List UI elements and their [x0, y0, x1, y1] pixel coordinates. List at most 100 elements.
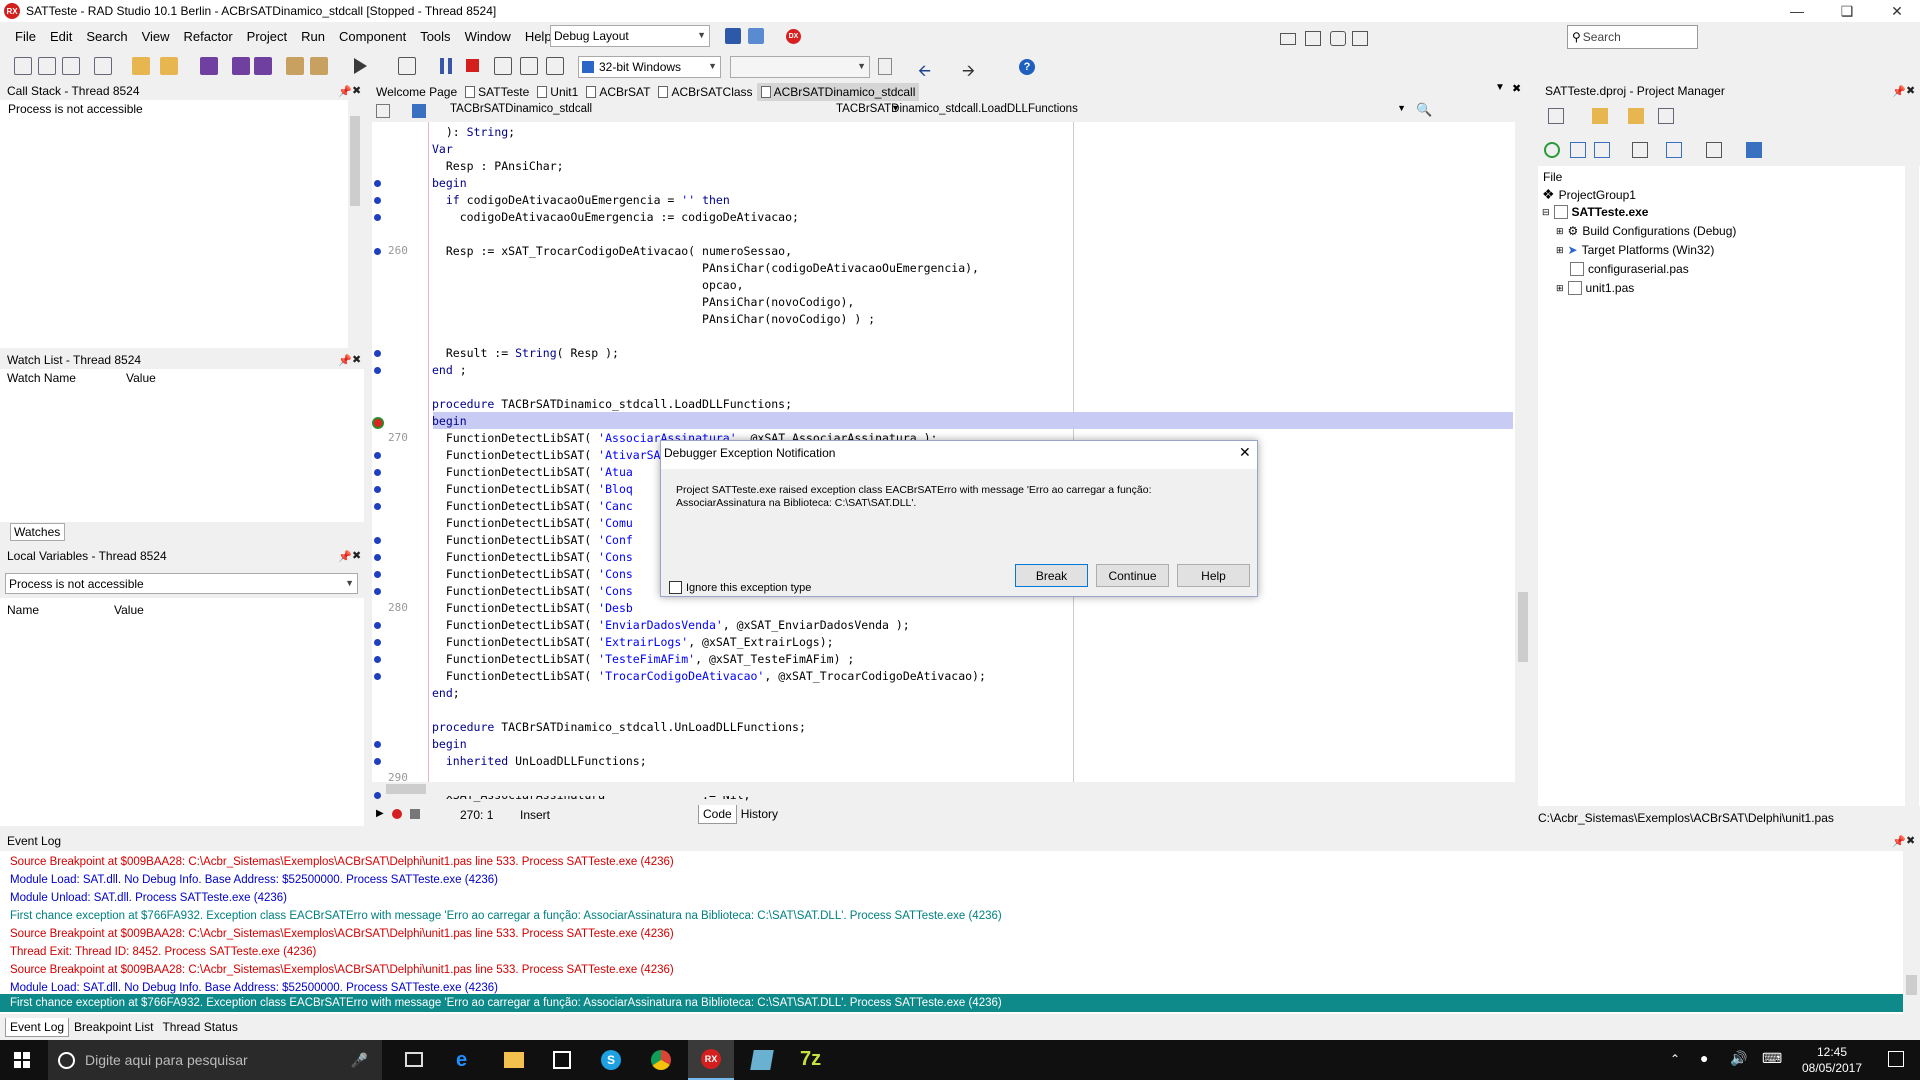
- store-icon[interactable]: [553, 1051, 571, 1069]
- layout-select[interactable]: Debug Layout ▼: [550, 25, 710, 47]
- tree-file-unit1[interactable]: ⊞ unit1.pas: [1556, 281, 1634, 295]
- stop-macro-icon[interactable]: [410, 809, 420, 819]
- rad-studio-taskbar-button[interactable]: RX: [688, 1040, 734, 1080]
- method-select[interactable]: TACBrSATDinamico_stdcall.LoadDLLFunction…: [836, 103, 1406, 120]
- clock[interactable]: 12:45 08/05/2017: [1792, 1044, 1872, 1076]
- breakpoint-marker-icon[interactable]: [374, 758, 381, 765]
- breakpoint-marker-icon[interactable]: [374, 486, 381, 493]
- tree-target-platforms[interactable]: ⊞ ➤ Target Platforms (Win32): [1556, 243, 1714, 257]
- volume-icon[interactable]: 🔊: [1730, 1050, 1747, 1067]
- new-icon[interactable]: [14, 57, 32, 75]
- open-project-icon[interactable]: [132, 57, 150, 75]
- minimize-icon[interactable]: —: [1774, 0, 1820, 22]
- breakpoint-marker-icon[interactable]: [374, 639, 381, 646]
- embarcadero-icon[interactable]: DX: [786, 29, 801, 44]
- log-entry[interactable]: Source Breakpoint at $009BAA28: C:\Acbr_…: [10, 853, 674, 871]
- close-icon[interactable]: ✕: [1874, 0, 1920, 22]
- run-until-return-icon[interactable]: [546, 57, 564, 75]
- event-log-scrollbar[interactable]: [1903, 851, 1920, 1014]
- tab-code[interactable]: Code: [698, 805, 737, 824]
- pm-view-icon[interactable]: [1658, 108, 1674, 124]
- expand-icon[interactable]: [1570, 142, 1586, 158]
- save-icon[interactable]: [200, 57, 218, 75]
- start-icon[interactable]: [14, 1052, 30, 1068]
- close-file-icon[interactable]: [254, 57, 272, 75]
- pin-icon[interactable]: 📌: [1892, 85, 1906, 98]
- watches-tab[interactable]: Watches: [10, 523, 65, 541]
- log-entry[interactable]: Source Breakpoint at $009BAA28: C:\Acbr_…: [10, 925, 674, 943]
- close-panel-icon[interactable]: ✖: [352, 353, 361, 366]
- breakpoint-marker-icon[interactable]: [374, 673, 381, 680]
- close-tab-icon[interactable]: ✖: [1512, 82, 1521, 95]
- menu-run[interactable]: Run: [294, 29, 332, 44]
- close-panel-icon[interactable]: ✖: [1906, 84, 1915, 97]
- breakpoint-execution-icon[interactable]: [372, 417, 384, 429]
- help-button[interactable]: Help: [1177, 564, 1250, 587]
- task-view-icon[interactable]: [405, 1052, 423, 1067]
- breakpoint-marker-icon[interactable]: [374, 588, 381, 595]
- menu-project[interactable]: Project: [240, 29, 294, 44]
- menu-search[interactable]: Search: [79, 29, 134, 44]
- menu-component[interactable]: Component: [332, 29, 413, 44]
- open-folder-icon[interactable]: [160, 57, 178, 75]
- pin-icon[interactable]: 📌: [1892, 835, 1906, 848]
- breakpoint-marker-icon[interactable]: [374, 741, 381, 748]
- log-entry[interactable]: Module Load: SAT.dll. No Debug Info. Bas…: [10, 871, 498, 889]
- tree-project-group[interactable]: ❖ ProjectGroup1: [1542, 186, 1636, 203]
- breakpoint-marker-icon[interactable]: [374, 554, 381, 561]
- find-icon[interactable]: 🔍: [1416, 102, 1432, 118]
- options-icon[interactable]: [878, 58, 892, 75]
- chrome-icon[interactable]: [651, 1050, 671, 1070]
- close-panel-icon[interactable]: ✖: [352, 549, 361, 562]
- new-items-icon[interactable]: [38, 57, 56, 75]
- build-icon[interactable]: [1706, 142, 1722, 158]
- network-icon[interactable]: ●: [1700, 1050, 1708, 1066]
- trace-into-icon[interactable]: [520, 57, 538, 75]
- breakpoint-marker-icon[interactable]: [374, 350, 381, 357]
- tab-thread-status[interactable]: Thread Status: [158, 1018, 241, 1037]
- pin-icon[interactable]: 📌: [338, 354, 352, 367]
- notepad-icon[interactable]: [750, 1050, 774, 1070]
- menu-edit[interactable]: Edit: [43, 29, 79, 44]
- open-icon[interactable]: [62, 57, 80, 75]
- file-explorer-icon[interactable]: [504, 1052, 524, 1068]
- step-over-icon[interactable]: [494, 57, 512, 75]
- reopen-icon[interactable]: [94, 57, 112, 75]
- log-entry[interactable]: Thread Exit: Thread ID: 8452. Process SA…: [10, 943, 316, 961]
- record-macro-icon[interactable]: [392, 809, 402, 819]
- continue-button[interactable]: Continue: [1096, 564, 1169, 587]
- collapse-icon[interactable]: [1594, 142, 1610, 158]
- tree-build-configs[interactable]: ⊞ ⚙ Build Configurations (Debug): [1556, 224, 1736, 238]
- share-icon[interactable]: [1352, 31, 1368, 46]
- menu-refactor[interactable]: Refactor: [177, 29, 240, 44]
- 7zip-icon[interactable]: 7z: [800, 1048, 821, 1071]
- calendar-icon[interactable]: [1305, 31, 1321, 46]
- editor-vscrollbar[interactable]: [1516, 122, 1530, 782]
- breakpoint-marker-icon[interactable]: [374, 622, 381, 629]
- breakpoint-marker-icon[interactable]: [374, 469, 381, 476]
- tab-welcome-page[interactable]: Welcome Page: [372, 83, 461, 101]
- tab-acbrsatdinamico-stdcall[interactable]: ACBrSATDinamico_stdcall: [756, 83, 920, 101]
- breakpoint-marker-icon[interactable]: [374, 248, 381, 255]
- tree-project-exe[interactable]: ⊟ SATTeste.exe: [1542, 205, 1648, 219]
- pm-add-icon[interactable]: [1592, 108, 1608, 124]
- add-to-project-icon[interactable]: [286, 57, 304, 75]
- local-variables-select[interactable]: Process is not accessible ▼: [5, 573, 358, 594]
- pin-icon[interactable]: 📌: [338, 550, 352, 563]
- skype-icon[interactable]: S: [601, 1050, 621, 1070]
- edge-icon[interactable]: e: [456, 1050, 476, 1070]
- back-icon[interactable]: 🡨: [918, 60, 931, 87]
- break-button[interactable]: Break: [1015, 564, 1088, 587]
- help-icon[interactable]: ?: [1019, 59, 1035, 75]
- sync-icon[interactable]: [1666, 142, 1682, 158]
- save-all-icon[interactable]: [232, 57, 250, 75]
- breakpoint-marker-icon[interactable]: [374, 503, 381, 510]
- run-icon[interactable]: [354, 58, 367, 74]
- breakpoint-marker-icon[interactable]: [374, 792, 381, 799]
- play-macro-icon[interactable]: ▶: [376, 808, 384, 819]
- mail-icon[interactable]: [1280, 33, 1296, 45]
- set-debug-desktop-icon[interactable]: [748, 28, 764, 44]
- remove-from-project-icon[interactable]: [310, 57, 328, 75]
- taskbar-search[interactable]: Digite aqui para pesquisar 🎤: [48, 1040, 382, 1080]
- log-entry[interactable]: Module Unload: SAT.dll. Process SATTeste…: [10, 889, 287, 907]
